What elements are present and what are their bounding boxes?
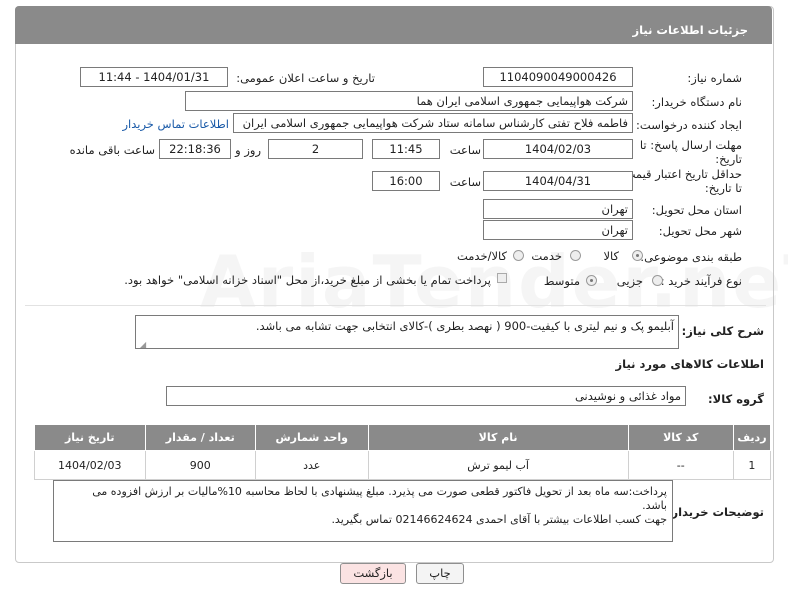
- province-field: تهران: [483, 199, 633, 219]
- back-button[interactable]: بازگشت: [340, 563, 406, 584]
- goods-group-label: گروه کالا:: [708, 392, 764, 406]
- cell-qty: 900: [144, 450, 256, 480]
- resize-grip-icon: ◢: [140, 340, 147, 349]
- cell-name: آب لیمو ترش: [367, 450, 629, 480]
- buyer-org-field: شرکت هواپیمایی جمهوری اسلامی ایران هما: [185, 91, 633, 111]
- table-header-row: ردیف کد کالا نام کالا واحد شمارش تعداد /…: [34, 424, 772, 451]
- remaining-time-label: ساعت باقی مانده: [69, 143, 155, 157]
- city-label: شهر محل تحویل:: [658, 224, 742, 238]
- validity-label-line2: تا تاریخ:: [704, 181, 742, 195]
- cell-row-number: 1: [732, 450, 772, 480]
- print-button[interactable]: چاپ: [416, 563, 464, 584]
- header-name: نام کالا: [367, 424, 629, 451]
- panel-header: جزئیات اطلاعات نیاز: [15, 6, 772, 44]
- process-option-medium: متوسط: [543, 274, 580, 288]
- buyer-notes-field: پرداخت:سه ماه بعد از تحویل فاکتور قطعی ص…: [53, 480, 673, 542]
- buyer-contact-link[interactable]: اطلاعات تماس خریدار: [122, 117, 229, 131]
- requester-label: ایجاد کننده درخواست:: [636, 118, 742, 132]
- panel-title: جزئیات اطلاعات نیاز: [632, 23, 748, 37]
- buyer-notes-label: توضیحات خریدار:: [666, 505, 764, 519]
- goods-group-field: مواد غذائی و نوشیدنی: [166, 386, 686, 406]
- remaining-time-field: 22:18:36: [159, 139, 231, 159]
- category-radio-service[interactable]: [570, 250, 581, 261]
- buyer-notes-line1: پرداخت:سه ماه بعد از تحویل فاکتور قطعی ص…: [92, 485, 667, 498]
- header-qty: تعداد / مقدار: [144, 424, 256, 451]
- announce-date-field: 1404/01/31 - 11:44: [80, 67, 228, 87]
- divider: [25, 305, 766, 306]
- deadline-label-line2: تاریخ:: [715, 152, 742, 166]
- header-code: کد کالا: [627, 424, 734, 451]
- process-radio-medium[interactable]: [586, 275, 597, 286]
- requester-field: فاطمه فلاح تفتی کارشناس سامانه ستاد شرکت…: [233, 113, 633, 133]
- process-label: نوع فرآیند خرید :: [660, 274, 742, 288]
- announce-date-label: تاریخ و ساعت اعلان عمومی:: [236, 71, 375, 85]
- cell-date: 1404/02/03: [34, 450, 146, 480]
- validity-date-field: 1404/04/31: [483, 171, 633, 191]
- need-number-label: شماره نیاز:: [687, 71, 742, 85]
- deadline-time-label: ساعت: [449, 143, 481, 157]
- description-field: آبلیمو پک و نیم لیتری با کیفیت-900 ( نهص…: [135, 315, 679, 349]
- table-row: 1 -- آب لیمو ترش عدد 900 1404/02/03: [34, 450, 772, 480]
- header-row-number: ردیف: [732, 424, 772, 451]
- deadline-date-field: 1404/02/03: [483, 139, 633, 159]
- items-table: ردیف کد کالا نام کالا واحد شمارش تعداد /…: [34, 424, 772, 480]
- need-number-field: 1104090049000426: [483, 67, 633, 87]
- cell-unit: عدد: [254, 450, 369, 480]
- validity-time-label: ساعت: [449, 175, 481, 189]
- category-option-goods: کالا: [603, 249, 619, 263]
- deadline-label-line1: مهلت ارسال پاسخ: تا: [639, 138, 742, 152]
- category-option-service: خدمت: [531, 249, 562, 263]
- goods-section-title: اطلاعات کالاهای مورد نیاز: [615, 357, 764, 371]
- treasury-checkbox[interactable]: [497, 273, 507, 283]
- province-label: استان محل تحویل:: [651, 203, 742, 217]
- buyer-notes-line2: باشد.: [642, 499, 667, 512]
- treasury-note: پرداخت تمام یا بخشی از مبلغ خرید،از محل …: [124, 273, 491, 287]
- deadline-days-label: روز و: [235, 143, 261, 157]
- description-label: شرح کلی نیاز:: [681, 324, 764, 338]
- buyer-notes-line3: جهت کسب اطلاعات بیشتر با آقای احمدی 0214…: [331, 513, 667, 526]
- cell-code: --: [627, 450, 734, 480]
- validity-time-field: 16:00: [372, 171, 440, 191]
- deadline-days-field: 2: [268, 139, 363, 159]
- category-option-goods-service: کالا/خدمت: [456, 249, 507, 263]
- process-radio-minor[interactable]: [652, 275, 663, 286]
- validity-label-line1: حداقل تاریخ اعتبار قیمت:: [620, 167, 742, 181]
- category-radio-goods-service[interactable]: [513, 250, 524, 261]
- buyer-org-label: نام دستگاه خریدار:: [651, 95, 742, 109]
- category-label: طبقه بندی موضوعی:: [640, 250, 742, 264]
- header-unit: واحد شمارش: [254, 424, 369, 451]
- deadline-time-field: 11:45: [372, 139, 440, 159]
- process-option-minor: جزیی: [616, 274, 643, 288]
- city-field: تهران: [483, 220, 633, 240]
- category-radio-goods[interactable]: [632, 250, 643, 261]
- header-date: تاریخ نیاز: [34, 424, 146, 451]
